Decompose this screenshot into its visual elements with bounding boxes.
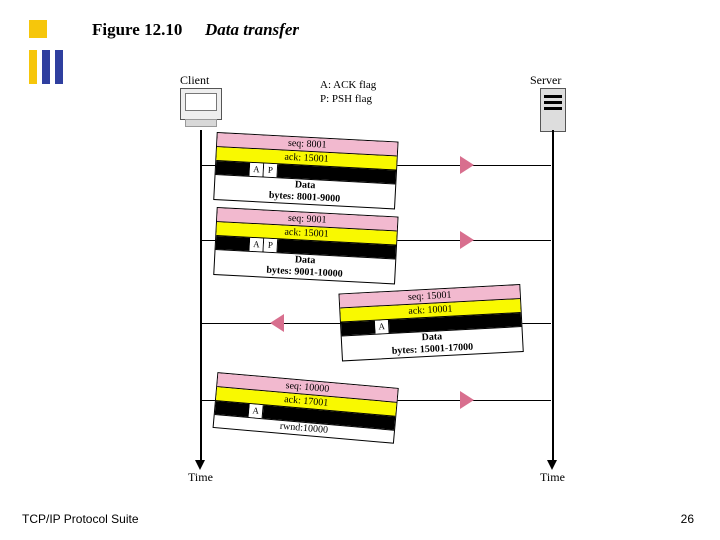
segment-4: seq: 10000 ack: 17001 A rwnd:10000 (213, 372, 399, 444)
page-number: 26 (681, 512, 694, 526)
sequence-diagram: Client Server A: ACK flag P: PSH flag Ti… (140, 70, 610, 500)
header-bullet (29, 20, 47, 38)
msg1-arrow-icon (460, 156, 474, 174)
figure-label: Figure 12.10 (92, 20, 182, 40)
server-slot (544, 95, 562, 98)
seg1-flag-a: A (250, 163, 265, 177)
legend-psh: P: PSH flag (320, 92, 376, 106)
time-label-client: Time (188, 470, 213, 485)
header-bar-blue (42, 50, 50, 84)
segment-3: seq: 15001 ack: 10001 A Data bytes: 1500… (338, 284, 523, 361)
msg2-arrow-icon (460, 231, 474, 249)
seg2-flag-a: A (250, 238, 265, 252)
client-time-arrow (195, 460, 205, 470)
flag-spacer (216, 161, 251, 176)
time-label-server: Time (540, 470, 565, 485)
server-label: Server (530, 73, 561, 88)
legend-ack: A: ACK flag (320, 78, 376, 92)
footer-suite: TCP/IP Protocol Suite (22, 512, 139, 526)
server-time-arrow (547, 460, 557, 470)
figure-title: Data transfer (205, 20, 299, 40)
server-slot (544, 101, 562, 104)
seg3-flag-a: A (375, 320, 390, 334)
segment-2: seq: 9001 ack: 15001 A P Data bytes: 900… (213, 207, 398, 284)
client-timeline (200, 130, 202, 460)
header-bar-yellow (29, 50, 37, 84)
msg3-arrow-icon (270, 314, 284, 332)
flag-spacer (216, 236, 251, 251)
flag-spacer (341, 321, 376, 336)
flag-legend: A: ACK flag P: PSH flag (320, 78, 376, 106)
client-label: Client (180, 73, 209, 88)
seg2-flag-p: P (264, 239, 279, 253)
client-base (185, 119, 217, 127)
msg4-arrow-icon (460, 391, 474, 409)
monitor-screen (185, 93, 217, 111)
seg1-flag-p: P (264, 164, 279, 178)
seg4-flag-a: A (249, 404, 264, 418)
server-icon (540, 88, 566, 132)
client-icon (180, 88, 222, 120)
server-slot (544, 107, 562, 110)
server-timeline (552, 130, 554, 460)
header-bar-blue (55, 50, 63, 84)
segment-1: seq: 8001 ack: 15001 A P Data bytes: 800… (213, 132, 398, 209)
